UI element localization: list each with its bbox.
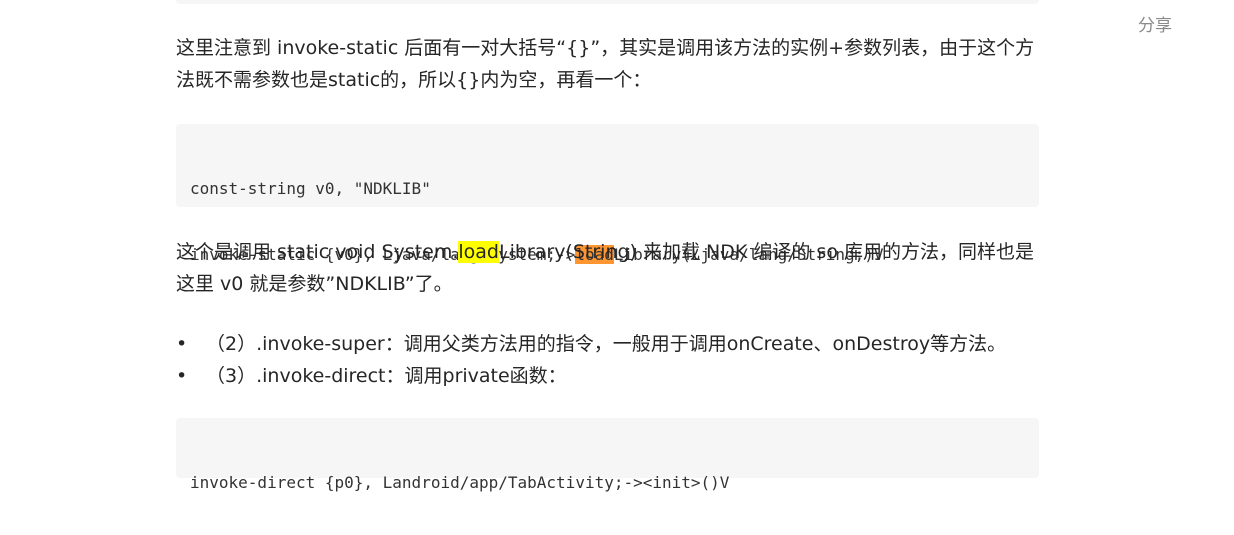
search-highlight: load [458,241,499,263]
instruction-list: • （2）.invoke-super：调用父类方法用的指令，一般用于调用onCre… [176,328,1039,392]
bullet-icon: • [176,365,188,387]
share-button[interactable]: 分享 [1138,11,1172,36]
code-line: const-string v0, "NDKLIB" [190,179,431,198]
list-item-text: （2）.invoke-super：调用父类方法用的指令，一般用于调用onCrea… [206,333,1007,355]
bullet-icon: • [176,333,188,355]
code-block-invoke-direct: invoke-direct {p0}, Landroid/app/TabActi… [176,418,1039,492]
code-block-load-library: const-string v0, "NDKLIB" invoke-static … [176,124,1039,264]
previous-code-block-edge [176,0,1039,4]
text: 这个是调用 static void System. [176,241,459,263]
list-item: • （3）.invoke-direct：调用private函数： [176,360,1039,392]
list-item-text: （3）.invoke-direct：调用private函数： [206,365,567,387]
paragraph-load-library-explanation: 这个是调用 static void System.loadLibrary(Str… [176,236,1039,300]
paragraph-invoke-static-note: 这里注意到 invoke-static 后面有一对大括号“{}”，其实是调用该方… [176,37,1035,91]
list-item: • （2）.invoke-super：调用父类方法用的指令，一般用于调用onCre… [176,328,1039,360]
code-line: invoke-direct {p0}, Landroid/app/TabActi… [190,473,730,492]
